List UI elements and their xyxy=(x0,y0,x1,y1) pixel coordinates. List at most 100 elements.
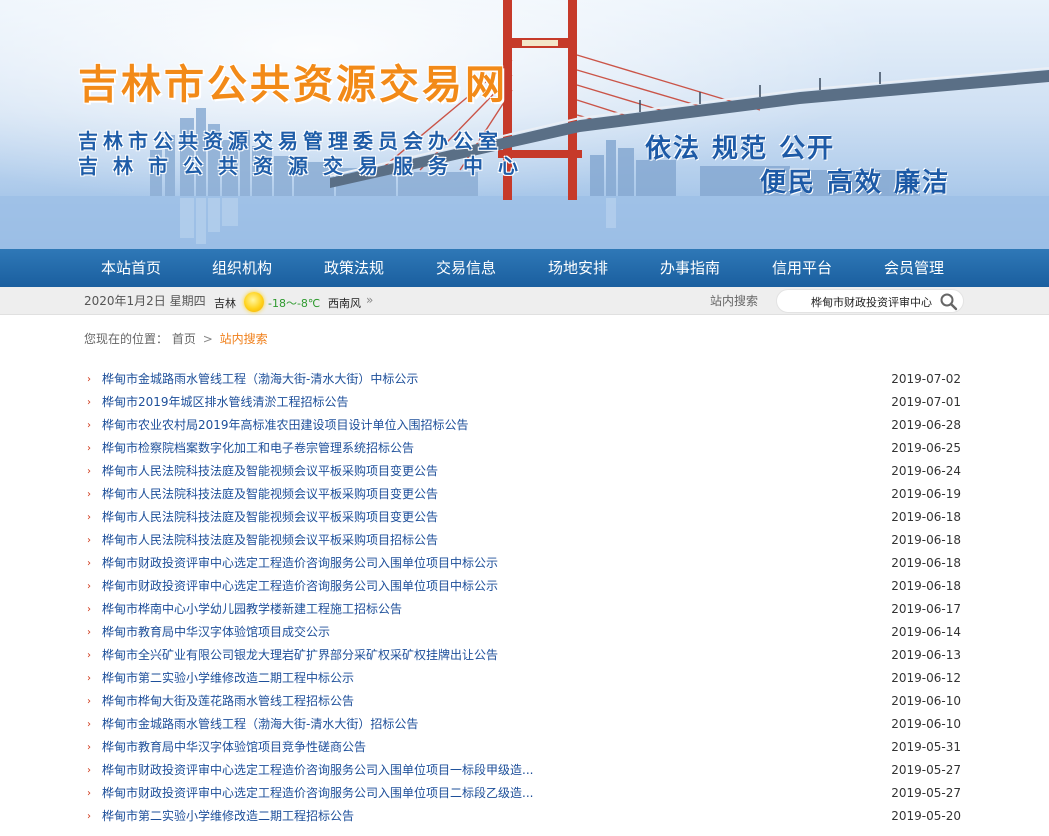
list-item: › 桦甸市2019年城区排水管线清淤工程招标公告 2019-07-01 xyxy=(84,391,964,414)
weather-wind: 西南风 xyxy=(328,297,361,310)
list-item: › 桦甸市人民法院科技法庭及智能视频会议平板采购项目变更公告 2019-06-24 xyxy=(84,460,964,483)
result-date: 2019-06-19 xyxy=(891,487,961,501)
double-chevron-right-icon[interactable]: » xyxy=(366,293,373,307)
breadcrumb: 您现在的位置： 首页 > 站内搜索 xyxy=(84,330,268,347)
result-title-link[interactable]: 桦甸市财政投资评审中心选定工程造价咨询服务公司入围单位项目中标公示 xyxy=(102,552,498,575)
result-title-link[interactable]: 桦甸市桦南中心小学幼儿园教学楼新建工程施工招标公告 xyxy=(102,598,402,621)
list-item: › 桦甸市教育局中华汉字体验馆项目成交公示 2019-06-14 xyxy=(84,621,964,644)
breadcrumb-separator: > xyxy=(202,332,213,346)
nav-item-members[interactable]: 会员管理 xyxy=(858,249,970,287)
bullet-icon: › xyxy=(87,788,91,799)
bullet-icon: › xyxy=(87,466,91,477)
result-title-link[interactable]: 桦甸市教育局中华汉字体验馆项目成交公示 xyxy=(102,621,330,644)
result-date: 2019-05-31 xyxy=(891,740,961,754)
bullet-icon: › xyxy=(87,719,91,730)
weather-city: 吉林 xyxy=(214,297,236,310)
bullet-icon: › xyxy=(87,420,91,431)
breadcrumb-home-link[interactable]: 首页 xyxy=(172,332,196,346)
breadcrumb-current[interactable]: 站内搜索 xyxy=(220,332,268,346)
result-title-link[interactable]: 桦甸市教育局中华汉字体验馆项目竞争性磋商公告 xyxy=(102,736,366,759)
result-date: 2019-06-18 xyxy=(891,510,961,524)
search-results-list: › 桦甸市金城路雨水管线工程（渤海大街-清水大街）中标公示 2019-07-02 › 桦… xyxy=(84,368,964,828)
result-title-link[interactable]: 桦甸市人民法院科技法庭及智能视频会议平板采购项目招标公告 xyxy=(102,529,438,552)
search-icon[interactable] xyxy=(939,292,959,312)
nav-item-organization[interactable]: 组织机构 xyxy=(186,249,298,287)
list-item: › 桦甸市人民法院科技法庭及智能视频会议平板采购项目变更公告 2019-06-19 xyxy=(84,483,964,506)
list-item: › 桦甸市金城路雨水管线工程（渤海大街-清水大街）中标公示 2019-07-02 xyxy=(84,368,964,391)
weather-temperature: -18～-8℃ xyxy=(268,297,321,310)
search-box xyxy=(776,289,964,313)
result-date: 2019-06-28 xyxy=(891,418,961,432)
result-title-link[interactable]: 桦甸市桦甸大街及莲花路雨水管线工程招标公告 xyxy=(102,690,354,713)
result-date: 2019-06-12 xyxy=(891,671,961,685)
info-bar: 2020年1月2日 星期四 吉林 -18～-8℃ 西南风 » 站内搜索 xyxy=(0,287,1049,315)
bullet-icon: › xyxy=(87,535,91,546)
search-input[interactable] xyxy=(811,293,939,310)
nav-item-trade-info[interactable]: 交易信息 xyxy=(410,249,522,287)
result-title-link[interactable]: 桦甸市财政投资评审中心选定工程造价咨询服务公司入围单位项目一标段甲级造... xyxy=(102,759,533,782)
search-label: 站内搜索 xyxy=(710,294,759,308)
result-date: 2019-06-14 xyxy=(891,625,961,639)
list-item: › 桦甸市桦甸大街及莲花路雨水管线工程招标公告 2019-06-10 xyxy=(84,690,964,713)
bullet-icon: › xyxy=(87,374,91,385)
result-date: 2019-06-18 xyxy=(891,579,961,593)
list-item: › 桦甸市金城路雨水管线工程（渤海大街-清水大街）招标公告 2019-06-10 xyxy=(84,713,964,736)
sun-icon xyxy=(244,292,264,312)
list-item: › 桦甸市教育局中华汉字体验馆项目竞争性磋商公告 2019-05-31 xyxy=(84,736,964,759)
main-nav-list: 本站首页 组织机构 政策法规 交易信息 场地安排 办事指南 信用平台 会员管理 xyxy=(76,249,970,287)
list-item: › 桦甸市检察院档案数字化加工和电子卷宗管理系统招标公告 2019-06-25 xyxy=(84,437,964,460)
list-item: › 桦甸市全兴矿业有限公司银龙大理岩矿扩界部分采矿权采矿权挂牌出让公告 2019-0… xyxy=(84,644,964,667)
header-banner: 吉林市公共资源交易网 吉林市公共资源交易管理委员会办公室 吉林市公共资源交易服务… xyxy=(0,0,1049,249)
bullet-icon: › xyxy=(87,696,91,707)
nav-item-venue[interactable]: 场地安排 xyxy=(522,249,634,287)
result-date: 2019-07-01 xyxy=(891,395,961,409)
bullet-icon: › xyxy=(87,489,91,500)
result-date: 2019-05-27 xyxy=(891,763,961,777)
result-title-link[interactable]: 桦甸市财政投资评审中心选定工程造价咨询服务公司入围单位项目中标公示 xyxy=(102,575,498,598)
result-title-link[interactable]: 桦甸市人民法院科技法庭及智能视频会议平板采购项目变更公告 xyxy=(102,483,438,506)
bullet-icon: › xyxy=(87,604,91,615)
list-item: › 桦甸市第二实验小学维修改造二期工程招标公告 2019-05-20 xyxy=(84,805,964,828)
bullet-icon: › xyxy=(87,443,91,454)
result-title-link[interactable]: 桦甸市第二实验小学维修改造二期工程中标公示 xyxy=(102,667,354,690)
result-date: 2019-05-20 xyxy=(891,809,961,823)
result-date: 2019-06-18 xyxy=(891,556,961,570)
result-title-link[interactable]: 桦甸市第二实验小学维修改造二期工程招标公告 xyxy=(102,805,354,828)
list-item: › 桦甸市人民法院科技法庭及智能视频会议平板采购项目变更公告 2019-06-18 xyxy=(84,506,964,529)
nav-item-home[interactable]: 本站首页 xyxy=(76,249,186,287)
list-item: › 桦甸市财政投资评审中心选定工程造价咨询服务公司入围单位项目二标段乙级造... 2… xyxy=(84,782,964,805)
result-title-link[interactable]: 桦甸市农业农村局2019年高标准农田建设项目设计单位入围招标公告 xyxy=(102,414,469,437)
list-item: › 桦甸市人民法院科技法庭及智能视频会议平板采购项目招标公告 2019-06-18 xyxy=(84,529,964,552)
nav-item-policies[interactable]: 政策法规 xyxy=(298,249,410,287)
site-title: 吉林市公共资源交易网 xyxy=(78,62,508,108)
result-date: 2019-06-10 xyxy=(891,717,961,731)
result-title-link[interactable]: 桦甸市检察院档案数字化加工和电子卷宗管理系统招标公告 xyxy=(102,437,414,460)
result-title-link[interactable]: 桦甸市全兴矿业有限公司银龙大理岩矿扩界部分采矿权采矿权挂牌出让公告 xyxy=(102,644,498,667)
current-date: 2020年1月2日 星期四 xyxy=(84,294,206,308)
page: 吉林市公共资源交易网 吉林市公共资源交易管理委员会办公室 吉林市公共资源交易服务… xyxy=(0,0,1049,836)
result-title-link[interactable]: 桦甸市金城路雨水管线工程（渤海大街-清水大街）招标公告 xyxy=(102,713,418,736)
bullet-icon: › xyxy=(87,627,91,638)
bullet-icon: › xyxy=(87,650,91,661)
result-date: 2019-05-27 xyxy=(891,786,961,800)
result-title-link[interactable]: 桦甸市人民法院科技法庭及智能视频会议平板采购项目变更公告 xyxy=(102,460,438,483)
result-date: 2019-06-18 xyxy=(891,533,961,547)
motto-line-1: 依法 规范 公开 xyxy=(645,134,836,164)
list-item: › 桦甸市财政投资评审中心选定工程造价咨询服务公司入围单位项目一标段甲级造... 2… xyxy=(84,759,964,782)
result-title-link[interactable]: 桦甸市人民法院科技法庭及智能视频会议平板采购项目变更公告 xyxy=(102,506,438,529)
bullet-icon: › xyxy=(87,558,91,569)
bullet-icon: › xyxy=(87,512,91,523)
result-title-link[interactable]: 桦甸市金城路雨水管线工程（渤海大街-清水大街）中标公示 xyxy=(102,368,418,391)
bullet-icon: › xyxy=(87,811,91,822)
result-date: 2019-06-10 xyxy=(891,694,961,708)
bullet-icon: › xyxy=(87,765,91,776)
result-title-link[interactable]: 桦甸市财政投资评审中心选定工程造价咨询服务公司入围单位项目二标段乙级造... xyxy=(102,782,533,805)
bullet-icon: › xyxy=(87,581,91,592)
nav-item-guide[interactable]: 办事指南 xyxy=(634,249,746,287)
list-item: › 桦甸市第二实验小学维修改造二期工程中标公示 2019-06-12 xyxy=(84,667,964,690)
list-item: › 桦甸市农业农村局2019年高标准农田建设项目设计单位入围招标公告 2019-06… xyxy=(84,414,964,437)
nav-item-credit[interactable]: 信用平台 xyxy=(746,249,858,287)
bullet-icon: › xyxy=(87,673,91,684)
result-date: 2019-07-02 xyxy=(891,372,961,386)
result-title-link[interactable]: 桦甸市2019年城区排水管线清淤工程招标公告 xyxy=(102,391,349,414)
